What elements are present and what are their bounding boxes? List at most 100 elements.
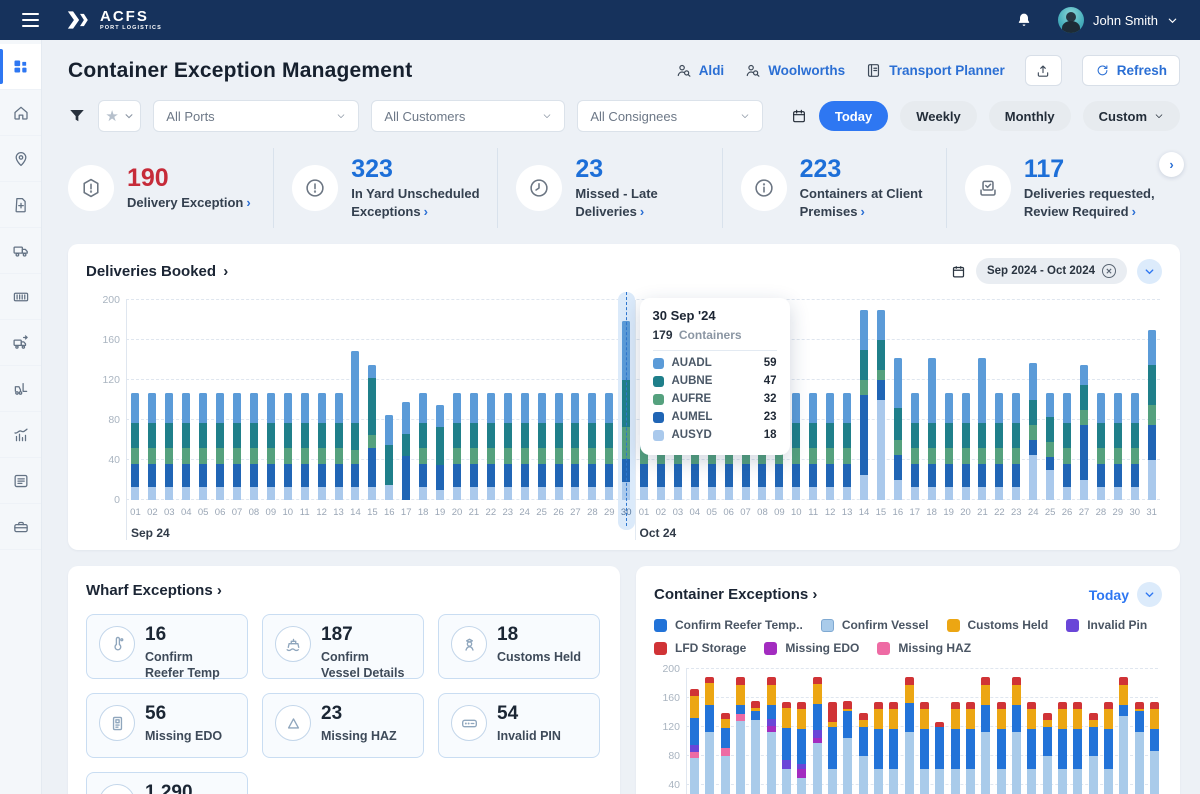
ce-bar-11[interactable]: [840, 669, 855, 794]
wharf-card-total[interactable]: 1,290: [86, 772, 248, 794]
ce-bar-12[interactable]: [856, 669, 871, 794]
db-bar-sep-09[interactable]: [262, 300, 279, 500]
db-bar-sep-25[interactable]: [533, 300, 550, 500]
ce-bar-16[interactable]: [917, 669, 932, 794]
kpi-containers-at-client-premises[interactable]: 223 Containers at Client Premises›: [722, 148, 946, 228]
kpi-delivery-exception[interactable]: 190 Delivery Exception›: [68, 148, 273, 228]
db-bar-sep-03[interactable]: [161, 300, 178, 500]
wharf-card-confirm-vessel-details[interactable]: 187 Confirm Vessel Details: [262, 614, 424, 679]
db-bar-oct-14[interactable]: [856, 300, 873, 500]
collapse-panel-button[interactable]: [1137, 259, 1162, 284]
ce-bar-17[interactable]: [932, 669, 947, 794]
sidebar-item-forklift[interactable]: [0, 366, 41, 412]
sidebar-item-list[interactable]: [0, 458, 41, 504]
ce-bar-22[interactable]: [1009, 669, 1024, 794]
calendar-icon[interactable]: [791, 108, 807, 124]
sidebar-item-truck-out[interactable]: [0, 320, 41, 366]
db-bar-oct-13[interactable]: [839, 300, 856, 500]
select-all-consignees[interactable]: All Consignees: [577, 100, 763, 132]
deliveries-booked-title[interactable]: Deliveries Booked ›: [86, 263, 228, 280]
db-bar-sep-16[interactable]: [381, 300, 398, 500]
ce-bar-25[interactable]: [1055, 669, 1070, 794]
db-bar-oct-11[interactable]: [805, 300, 822, 500]
ce-bar-29[interactable]: [1116, 669, 1131, 794]
ce-bar-20[interactable]: [978, 669, 993, 794]
db-bar-sep-06[interactable]: [212, 300, 229, 500]
db-bar-sep-01[interactable]: [127, 300, 144, 500]
db-bar-sep-02[interactable]: [144, 300, 161, 500]
kpi-missed-late-deliveries[interactable]: 23 Missed - Late Deliveries›: [497, 148, 721, 228]
db-bar-oct-27[interactable]: [1076, 300, 1093, 500]
db-bar-sep-19[interactable]: [432, 300, 449, 500]
user-menu[interactable]: John Smith: [1058, 7, 1178, 33]
db-bar-sep-04[interactable]: [178, 300, 195, 500]
db-bar-sep-13[interactable]: [330, 300, 347, 500]
db-bar-sep-20[interactable]: [449, 300, 466, 500]
db-bar-sep-30[interactable]: [618, 300, 635, 500]
db-bar-sep-11[interactable]: [296, 300, 313, 500]
ce-bar-5[interactable]: [748, 669, 763, 794]
db-bar-sep-23[interactable]: [499, 300, 516, 500]
db-bar-oct-12[interactable]: [822, 300, 839, 500]
ce-bar-18[interactable]: [948, 669, 963, 794]
kpi-in-yard-unscheduled-exceptions[interactable]: 323 In Yard Unscheduled Exceptions›: [273, 148, 497, 228]
db-bar-oct-20[interactable]: [957, 300, 974, 500]
sidebar-item-toolbox[interactable]: [0, 504, 41, 550]
upload-button[interactable]: [1025, 55, 1062, 86]
wharf-card-customs-held[interactable]: 18 Customs Held: [438, 614, 600, 679]
container-exceptions-title[interactable]: Container Exceptions ›: [654, 586, 817, 603]
db-bar-oct-16[interactable]: [889, 300, 906, 500]
db-bar-sep-15[interactable]: [364, 300, 381, 500]
sidebar-item-file-add[interactable]: [0, 182, 41, 228]
ce-bar-26[interactable]: [1070, 669, 1085, 794]
sidebar-item-home[interactable]: [0, 90, 41, 136]
db-bar-sep-29[interactable]: [601, 300, 618, 500]
header-link-woolworths[interactable]: Woolworths: [744, 62, 845, 79]
kpi-carousel-next-button[interactable]: ›: [1159, 152, 1184, 177]
db-bar-oct-23[interactable]: [1008, 300, 1025, 500]
ce-bar-2[interactable]: [702, 669, 717, 794]
db-bar-sep-21[interactable]: [465, 300, 482, 500]
range-pill-today[interactable]: Today: [819, 101, 888, 131]
period-chevron-button[interactable]: [1137, 582, 1162, 607]
ce-bar-14[interactable]: [886, 669, 901, 794]
filter-funnel-icon[interactable]: [68, 107, 86, 125]
ce-bar-9[interactable]: [810, 669, 825, 794]
sidebar-item-truck[interactable]: [0, 228, 41, 274]
ce-bar-3[interactable]: [718, 669, 733, 794]
ce-bar-31[interactable]: [1147, 669, 1162, 794]
db-bar-sep-22[interactable]: [482, 300, 499, 500]
db-bar-oct-15[interactable]: [872, 300, 889, 500]
ce-bar-28[interactable]: [1101, 669, 1116, 794]
ce-bar-1[interactable]: [687, 669, 702, 794]
calendar-icon[interactable]: [951, 264, 966, 279]
db-bar-oct-25[interactable]: [1042, 300, 1059, 500]
ce-bar-19[interactable]: [963, 669, 978, 794]
sidebar-item-container[interactable]: [0, 274, 41, 320]
kpi-deliveries-requested-review-required[interactable]: 117 Deliveries requested, Review Require…: [946, 148, 1170, 228]
db-bar-oct-31[interactable]: [1143, 300, 1160, 500]
db-bar-sep-07[interactable]: [229, 300, 246, 500]
ce-bar-15[interactable]: [902, 669, 917, 794]
wharf-card-confirm-reefer-temp[interactable]: 16 Confirm Reefer Temp: [86, 614, 248, 679]
ce-bar-23[interactable]: [1024, 669, 1039, 794]
notification-bell-icon[interactable]: [1016, 11, 1032, 29]
wharf-card-missing-haz[interactable]: 23 Missing HAZ: [262, 693, 424, 758]
ce-bar-10[interactable]: [825, 669, 840, 794]
db-bar-oct-10[interactable]: [788, 300, 805, 500]
db-bar-sep-17[interactable]: [398, 300, 415, 500]
db-bar-oct-28[interactable]: [1092, 300, 1109, 500]
ce-bar-21[interactable]: [994, 669, 1009, 794]
select-all-ports[interactable]: All Ports: [153, 100, 359, 132]
db-bar-sep-27[interactable]: [567, 300, 584, 500]
range-pill-weekly[interactable]: Weekly: [900, 101, 977, 131]
db-bar-oct-21[interactable]: [974, 300, 991, 500]
db-bar-oct-19[interactable]: [940, 300, 957, 500]
clear-date-range-icon[interactable]: ✕: [1102, 264, 1116, 278]
refresh-button[interactable]: Refresh: [1082, 55, 1180, 86]
ce-bar-24[interactable]: [1040, 669, 1055, 794]
header-link-aldi[interactable]: Aldi: [675, 62, 725, 79]
db-bar-sep-05[interactable]: [195, 300, 212, 500]
ce-bar-6[interactable]: [764, 669, 779, 794]
db-bar-sep-08[interactable]: [245, 300, 262, 500]
